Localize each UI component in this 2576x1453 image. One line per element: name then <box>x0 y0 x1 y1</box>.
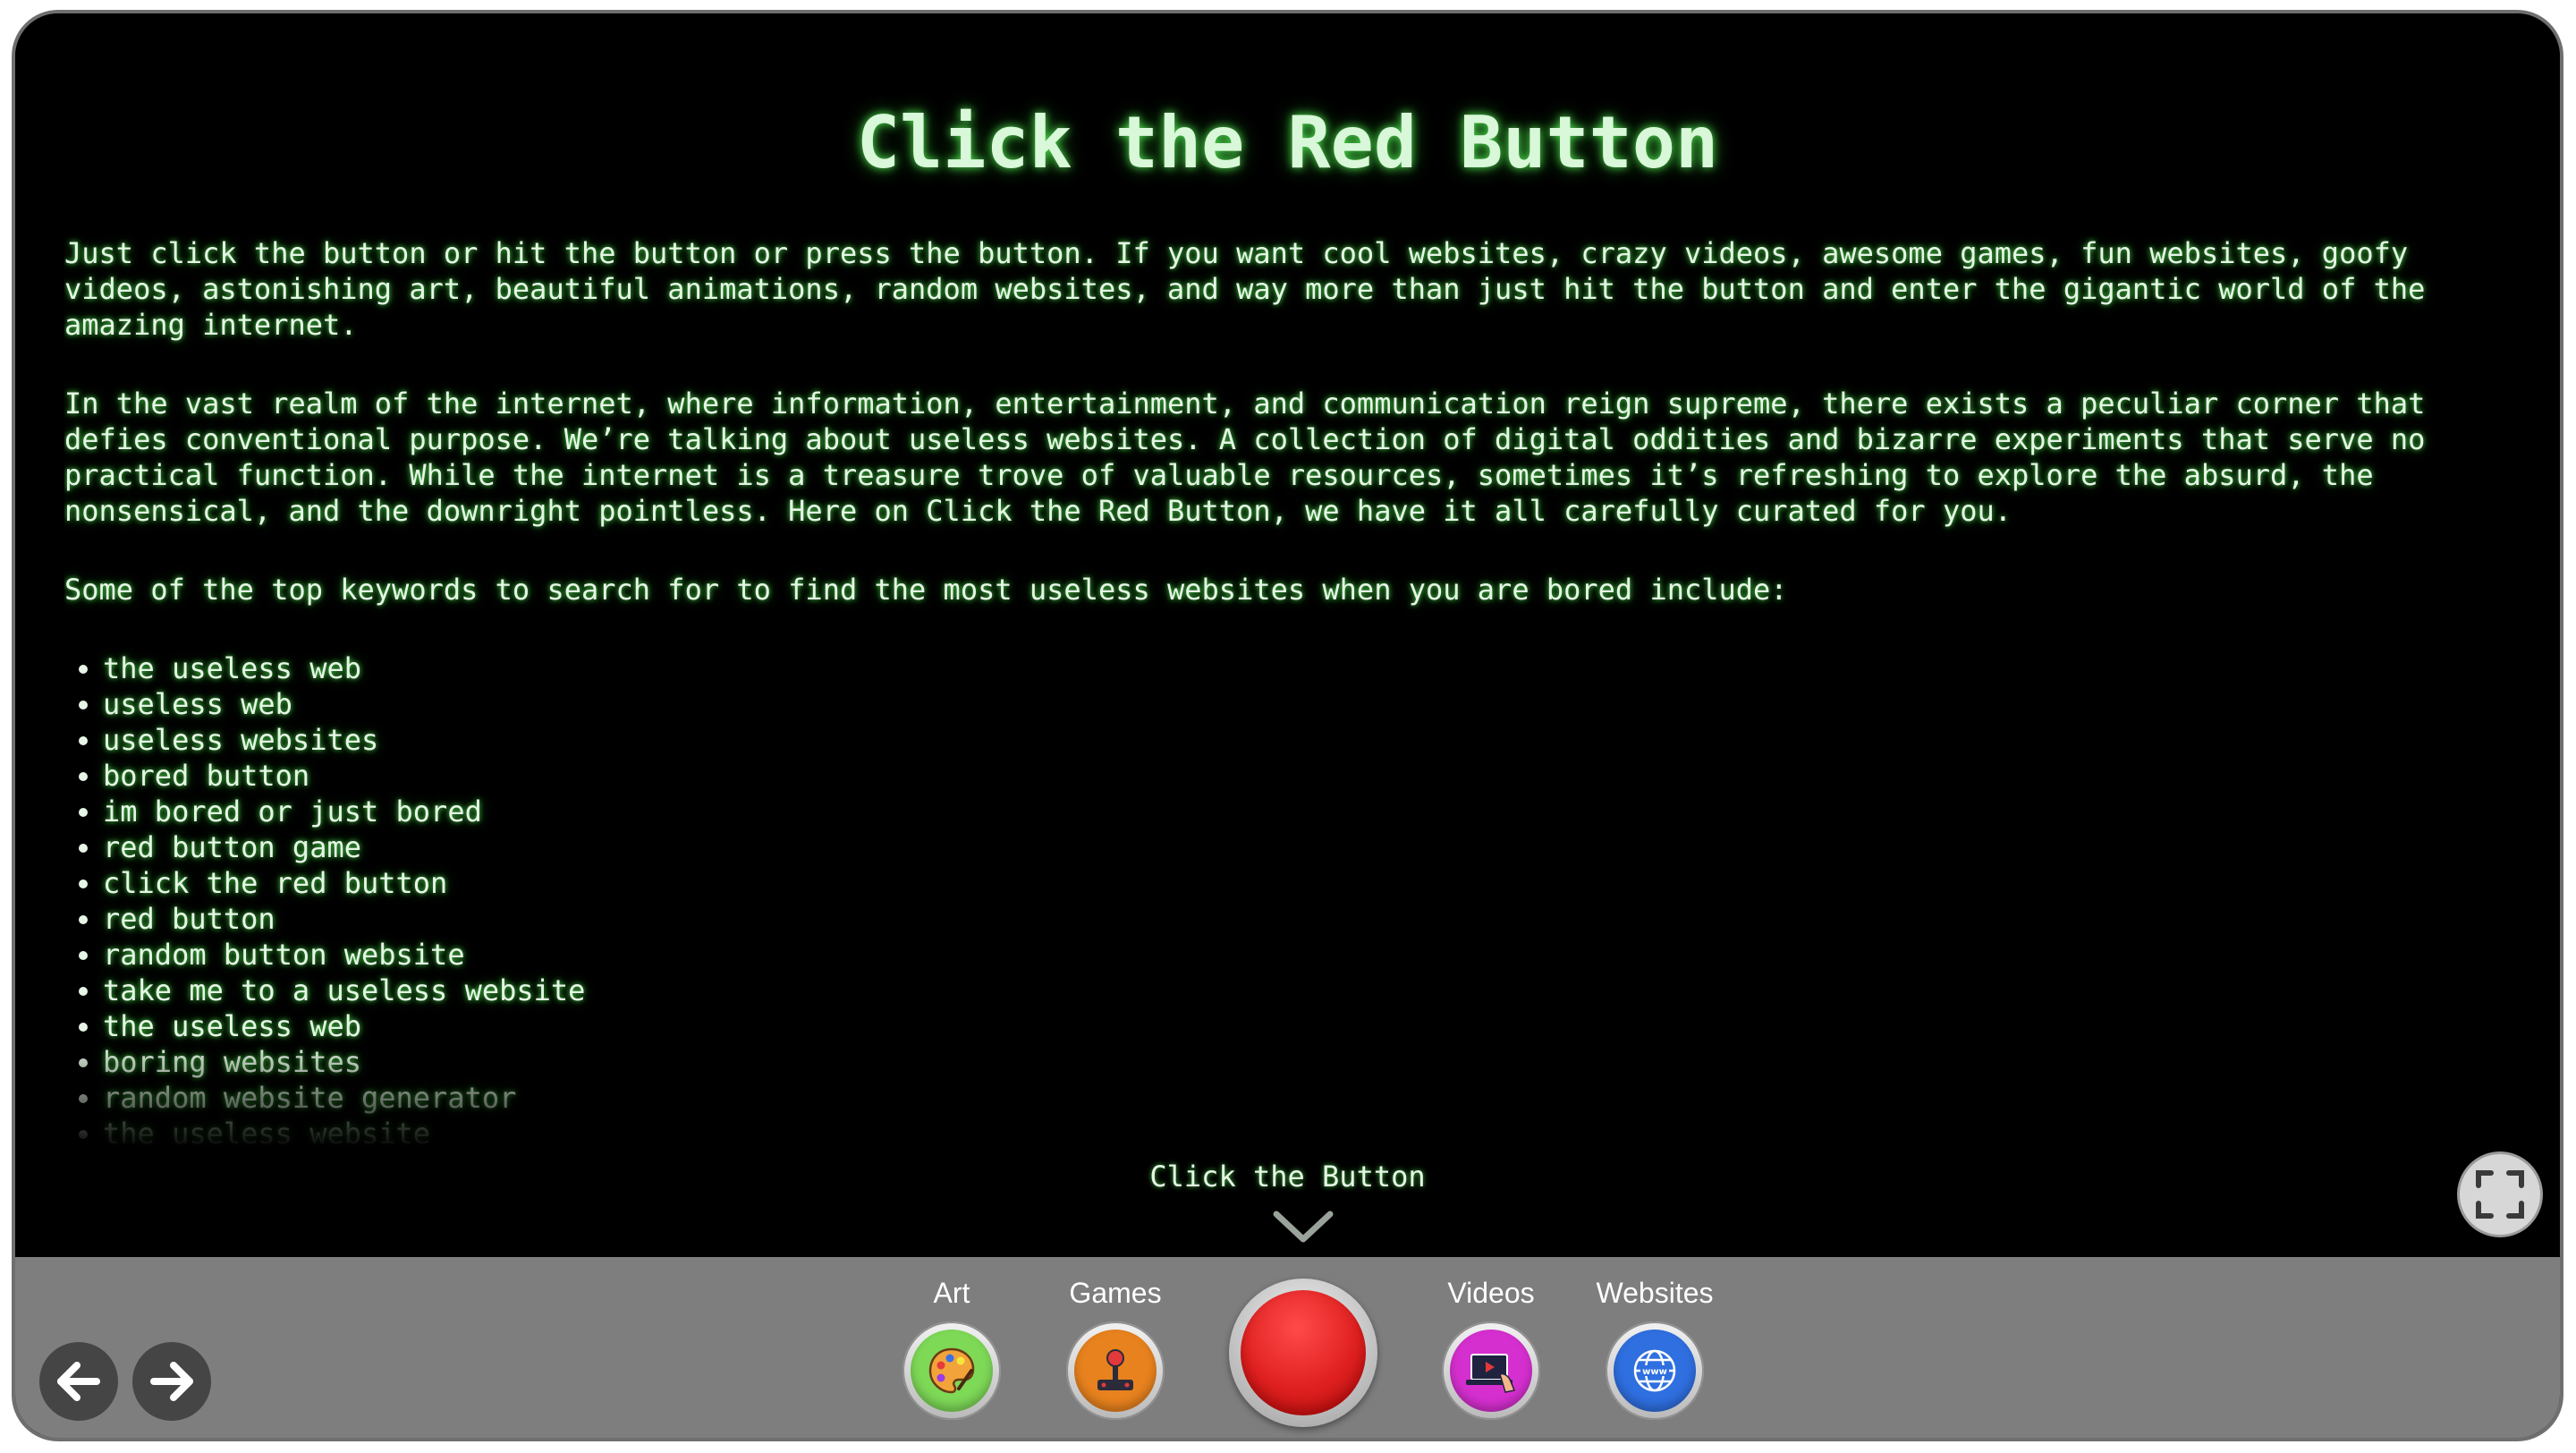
videos-button[interactable] <box>1442 1321 1540 1420</box>
back-button[interactable] <box>39 1342 118 1421</box>
keyword-item: random button website <box>103 937 2453 973</box>
keywords-intro-paragraph: Some of the top keywords to search for t… <box>64 573 1788 607</box>
keyword-item: bored button <box>103 758 2453 794</box>
intro-paragraph: Just click the button or hit the button … <box>64 236 2426 342</box>
globe-www-icon: www <box>1633 1349 1676 1392</box>
description-paragraph: In the vast realm of the internet, where… <box>64 387 2426 528</box>
category-art[interactable]: Art <box>889 1275 1014 1420</box>
fullscreen-icon <box>2476 1170 2524 1219</box>
keyword-item: boring websites <box>103 1044 2453 1080</box>
games-button[interactable] <box>1066 1321 1165 1420</box>
joystick-icon <box>1097 1349 1133 1390</box>
websites-button-face: www <box>1614 1330 1696 1412</box>
forward-button[interactable] <box>132 1342 211 1421</box>
art-button[interactable] <box>902 1321 1001 1420</box>
keyword-item: red button game <box>103 829 2453 865</box>
category-videos-label: Videos <box>1447 1277 1535 1309</box>
keyword-item: the useless web <box>103 1008 2453 1044</box>
click-the-button-label: Click the Button <box>1149 1160 1426 1194</box>
websites-button[interactable]: www <box>1606 1321 1704 1420</box>
category-games[interactable]: Games <box>1053 1275 1178 1420</box>
category-art-label: Art <box>933 1277 970 1309</box>
chevron-down-icon <box>1273 1211 1334 1243</box>
videos-button-face <box>1450 1330 1532 1412</box>
keyword-item: useless websites <box>103 722 2453 758</box>
arrow-right-icon <box>150 1362 193 1401</box>
keyword-item: the useless web <box>103 650 2453 686</box>
keyword-item: take me to a useless website <box>103 973 2453 1008</box>
red-button[interactable] <box>1241 1290 1366 1415</box>
category-websites[interactable]: Websites www <box>1592 1275 1717 1420</box>
category-games-label: Games <box>1069 1277 1162 1309</box>
keyword-item: the useless website <box>103 1116 2453 1150</box>
keyword-list: the useless web useless web useless webs… <box>64 650 2453 1150</box>
keyword-item: random website generator <box>103 1080 2453 1116</box>
article-body[interactable]: Just click the button or hit the button … <box>64 235 2453 1150</box>
video-laptop-icon <box>1466 1354 1516 1393</box>
art-button-face <box>911 1330 993 1412</box>
bottom-toolbar: Art Games Videos Websites www <box>15 1257 2560 1438</box>
fullscreen-button[interactable] <box>2457 1151 2543 1237</box>
arrow-left-icon <box>57 1362 100 1401</box>
red-button-bezel <box>1229 1279 1377 1427</box>
keyword-item: useless web <box>103 686 2453 722</box>
games-button-face <box>1074 1330 1157 1412</box>
art-palette-icon <box>928 1347 975 1394</box>
keyword-item: red button <box>103 901 2453 937</box>
category-videos[interactable]: Videos <box>1428 1275 1554 1420</box>
svg-text:www: www <box>1642 1367 1667 1377</box>
category-websites-label: Websites <box>1596 1277 1714 1309</box>
keyword-item: im bored or just bored <box>103 794 2453 829</box>
page-title: Click the Red Button <box>856 101 1719 184</box>
keyword-item: click the red button <box>103 865 2453 901</box>
content-screen: Click the Red Button Just click the butt… <box>15 13 2560 1257</box>
app-frame: Click the Red Button Just click the butt… <box>12 10 2563 1441</box>
